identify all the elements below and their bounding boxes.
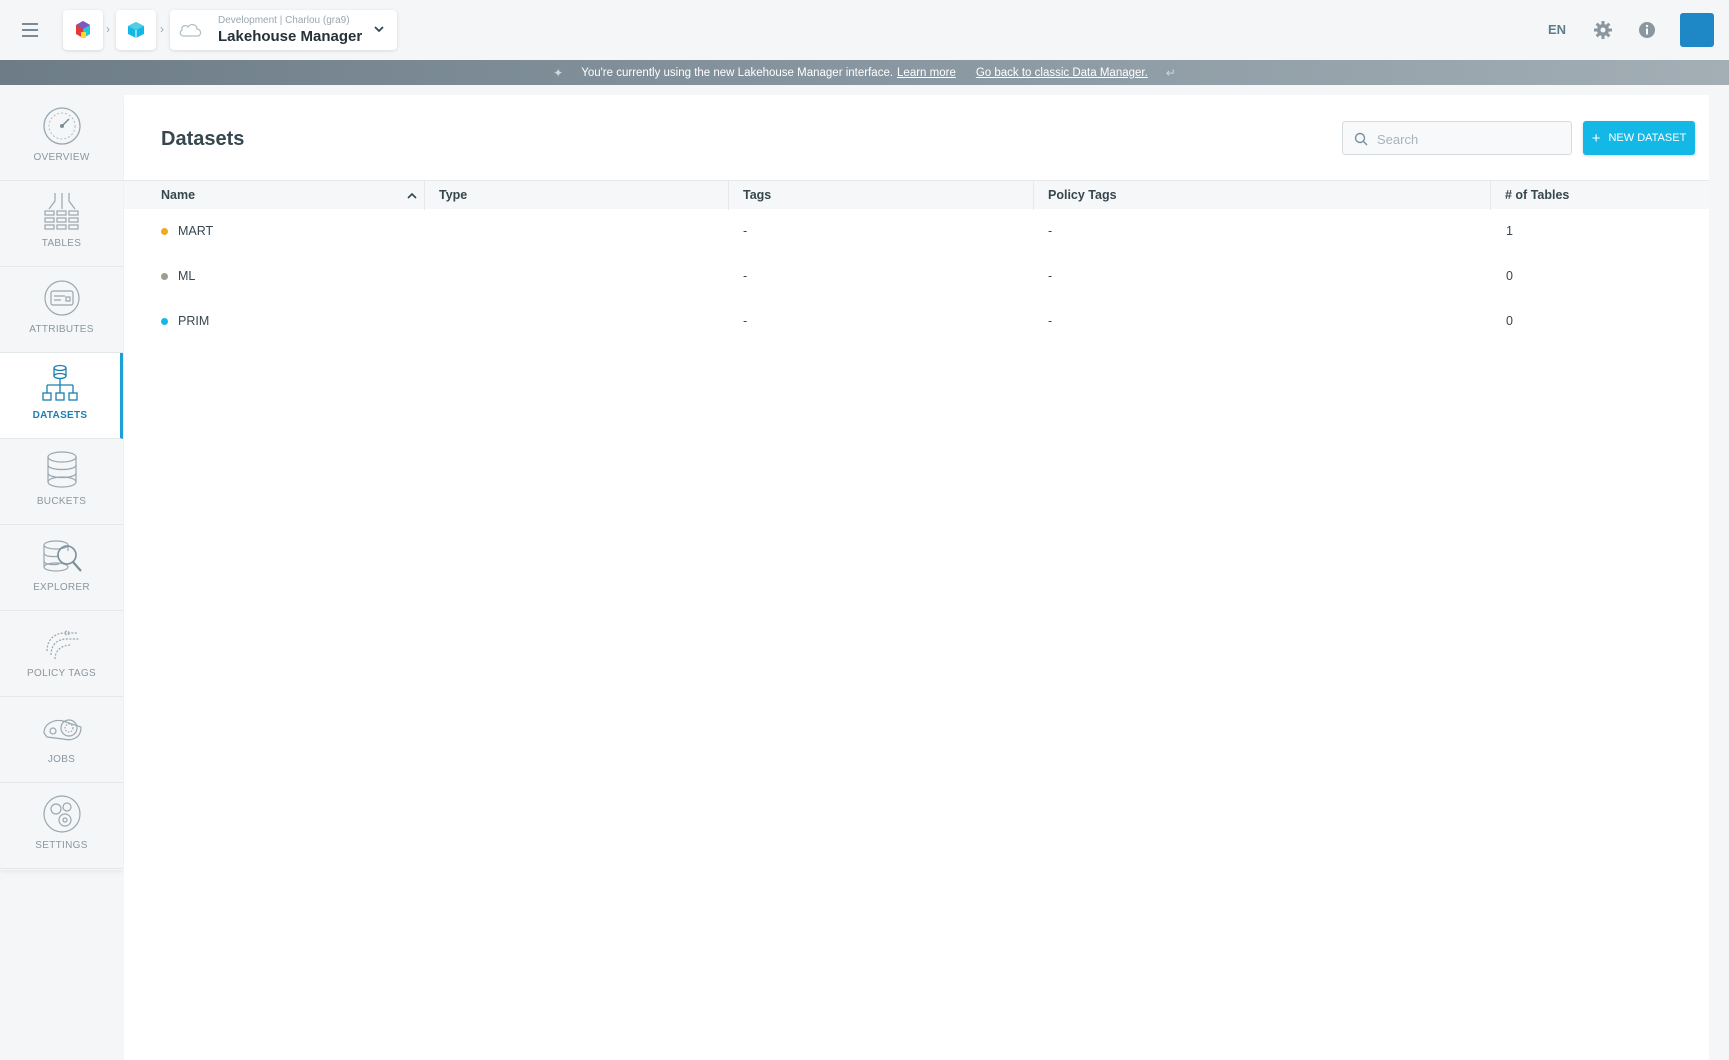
- column-header-table-count[interactable]: # of Tables: [1505, 181, 1569, 210]
- gauge-icon: [42, 107, 81, 145]
- dataset-policy-tags: -: [1048, 314, 1053, 328]
- sidebar-item-policy-tags[interactable]: POLICY TAGS: [0, 611, 123, 697]
- chevron-down-icon[interactable]: [373, 23, 385, 35]
- datasets-panel: Datasets + NEW DATASET Name Type Tags Po…: [124, 95, 1709, 1060]
- column-header-tags[interactable]: Tags: [743, 181, 771, 210]
- sort-ascending-icon[interactable]: [406, 190, 418, 202]
- table-header: Name Type Tags Policy Tags # of Tables: [124, 180, 1709, 210]
- breadcrumb-title: Lakehouse Manager: [218, 28, 363, 45]
- sidebar-item-datasets[interactable]: DATASETS: [0, 353, 123, 439]
- sidebar: OVERVIEW TABLES ATTRIBUTES DATASETS BUCK…: [0, 95, 123, 870]
- info-icon[interactable]: [1637, 20, 1657, 40]
- dataset-tags: -: [743, 314, 748, 328]
- gear-icon[interactable]: [1593, 20, 1613, 40]
- sidebar-item-label: OVERVIEW: [33, 152, 90, 163]
- learn-more-link[interactable]: Learn more: [897, 67, 956, 79]
- tables-icon: [43, 193, 79, 230]
- new-dataset-label: NEW DATASET: [1608, 132, 1687, 144]
- column-header-type[interactable]: Type: [439, 181, 467, 210]
- column-header-policy-tags[interactable]: Policy Tags: [1048, 181, 1117, 210]
- column-divider: [1490, 181, 1491, 210]
- sidebar-item-settings[interactable]: SETTINGS: [0, 783, 123, 869]
- dataset-tags: -: [743, 224, 748, 238]
- table-row[interactable]: MART - - 1: [124, 209, 1709, 254]
- sidebar-item-overview[interactable]: OVERVIEW: [0, 95, 123, 181]
- column-header-name[interactable]: Name: [161, 181, 195, 210]
- dataset-policy-tags: -: [1048, 269, 1053, 283]
- breadcrumb-separator-icon: ›: [106, 22, 110, 36]
- dataset-table-count: 0: [1506, 269, 1513, 283]
- settings-icon: [42, 795, 81, 833]
- search-input[interactable]: [1377, 129, 1562, 149]
- dataset-table-count: 1: [1506, 224, 1513, 238]
- buckets-icon: [46, 451, 77, 488]
- sidebar-item-label: DATASETS: [32, 410, 88, 421]
- dataset-color-dot: [161, 273, 168, 280]
- sidebar-item-tables[interactable]: TABLES: [0, 181, 123, 267]
- sidebar-item-label: EXPLORER: [33, 582, 90, 593]
- sidebar-item-label: BUCKETS: [36, 496, 87, 507]
- app-logo-icon: [76, 21, 90, 38]
- attributes-icon: [43, 280, 80, 316]
- page-title: Datasets: [161, 128, 245, 150]
- sidebar-item-label: SETTINGS: [35, 840, 88, 851]
- column-divider: [424, 181, 425, 210]
- project-button[interactable]: [116, 10, 156, 50]
- dataset-tags: -: [743, 269, 748, 283]
- sparkle-icon: ✦: [553, 65, 564, 80]
- search-box[interactable]: [1342, 121, 1572, 155]
- dataset-name: MART: [178, 224, 214, 238]
- top-bar: › › Development | Charlou (gra9) Lakehou…: [0, 0, 1729, 60]
- dataset-policy-tags: -: [1048, 224, 1053, 238]
- dataset-name: PRIM: [178, 314, 210, 328]
- hamburger-menu-icon[interactable]: [22, 20, 42, 40]
- breadcrumb-separator-icon: ›: [160, 22, 164, 36]
- dataset-color-dot: [161, 318, 168, 325]
- language-selector[interactable]: EN: [1548, 22, 1566, 37]
- sidebar-item-attributes[interactable]: ATTRIBUTES: [0, 267, 123, 353]
- new-dataset-button[interactable]: + NEW DATASET: [1583, 121, 1695, 155]
- app-logo-button[interactable]: [63, 10, 103, 50]
- column-divider: [1033, 181, 1034, 210]
- sidebar-item-label: POLICY TAGS: [27, 668, 96, 679]
- plus-icon: +: [1591, 129, 1601, 147]
- dataset-name: ML: [178, 269, 196, 283]
- search-icon: [1354, 132, 1368, 146]
- avatar[interactable]: [1680, 13, 1714, 47]
- go-back-classic-link[interactable]: Go back to classic Data Manager.: [976, 67, 1148, 79]
- sidebar-item-label: ATTRIBUTES: [29, 324, 94, 335]
- dataset-table-count: 0: [1506, 314, 1513, 328]
- sidebar-item-explorer[interactable]: EXPLORER: [0, 525, 123, 611]
- table-row[interactable]: PRIM - - 0: [124, 299, 1709, 344]
- explorer-icon: [42, 540, 82, 572]
- module-selector[interactable]: Development | Charlou (gra9) Lakehouse M…: [170, 10, 397, 50]
- sidebar-item-label: TABLES: [41, 238, 82, 249]
- cloud-icon: [179, 23, 202, 37]
- interface-banner: ✦ You're currently using the new Lakehou…: [0, 60, 1729, 85]
- table-row[interactable]: ML - - 0: [124, 254, 1709, 299]
- datasets-icon: [42, 364, 78, 401]
- sidebar-item-buckets[interactable]: BUCKETS: [0, 439, 123, 525]
- sidebar-item-jobs[interactable]: JOBS: [0, 697, 123, 783]
- policy-tags-icon: [45, 630, 79, 660]
- dataset-color-dot: [161, 228, 168, 235]
- back-arrow-icon: ↵: [1165, 65, 1176, 80]
- banner-message: You're currently using the new Lakehouse…: [581, 66, 894, 79]
- jobs-icon: [42, 719, 82, 741]
- sidebar-item-label: JOBS: [47, 754, 76, 765]
- cube-icon: [128, 22, 144, 38]
- breadcrumb-subtitle: Development | Charlou (gra9): [218, 15, 350, 26]
- column-divider: [728, 181, 729, 210]
